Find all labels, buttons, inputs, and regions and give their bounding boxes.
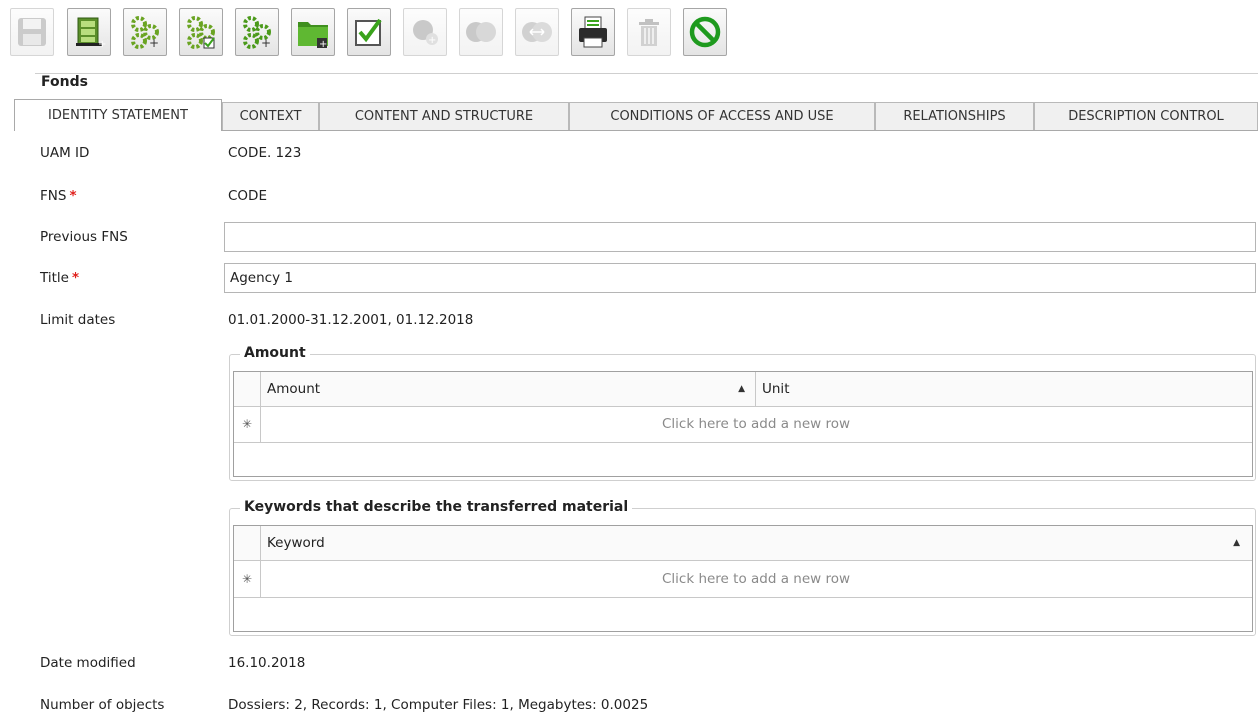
limit-dates-value: 01.01.2000-31.12.2001, 01.12.2018 [228,312,474,328]
svg-text:+: + [428,35,436,46]
sort-ascending-icon: ▲ [1233,538,1240,548]
uam-id-label: UAM ID [40,145,90,161]
filing-cabinet-add-icon: + [76,17,106,50]
svg-text:+: + [261,36,271,50]
tab-content-and-structure[interactable]: CONTENT AND STRUCTURE [319,102,569,130]
number-of-objects-label: Number of objects [40,697,165,713]
fonds-group-border [35,73,1258,74]
gears-add-icon: + [131,16,159,50]
keywords-grid-header: Keyword ▲ [234,526,1252,561]
checkbox-button[interactable] [347,8,391,56]
printer-icon [579,16,607,48]
uam-id-value: CODE. 123 [228,145,302,161]
circle-add-icon: + [413,20,438,46]
svg-text:+: + [98,39,106,50]
link-button[interactable] [515,8,559,56]
floppy-disk-icon [18,18,46,46]
keywords-group-title: Keywords that describe the transferred m… [240,499,633,515]
gears-check-icon [187,16,215,49]
keyword-column-header[interactable]: Keyword ▲ [261,526,1252,560]
amount-group-title: Amount [240,345,310,361]
title-label-text: Title [40,270,69,286]
sort-ascending-icon: ▲ [738,384,745,394]
new-row-icon: ✳ [234,560,261,597]
limit-dates-label: Limit dates [40,312,116,328]
save-button[interactable] [10,8,54,56]
tab-conditions-of-access-and-use[interactable]: CONDITIONS OF ACCESS AND USE [569,102,875,130]
circle-add-button[interactable]: + [403,8,447,56]
folder-add-button[interactable]: + [291,8,335,56]
add-new-row-prompt[interactable]: Click here to add a new row [260,560,1252,597]
check-box-icon [355,18,382,46]
amount-grid: Amount ▲ Unit ✳ Click here to add a new … [233,371,1253,477]
fns-label-text: FNS [40,188,67,204]
merge-button[interactable] [459,8,503,56]
previous-fns-input[interactable] [224,222,1256,252]
new-row-icon: ✳ [234,406,261,442]
tab-context[interactable]: CONTEXT [222,102,319,130]
print-button[interactable] [571,8,615,56]
tab-relationships[interactable]: RELATIONSHIPS [875,102,1034,130]
cancel-button[interactable] [683,8,727,56]
date-modified-label: Date modified [40,655,136,671]
gears-add-green-button[interactable]: + [235,8,279,56]
amount-grid-header: Amount ▲ Unit [234,372,1252,407]
required-marker: * [69,188,77,204]
keywords-new-row[interactable]: ✳ Click here to add a new row [234,560,1252,598]
fonds-group-title: Fonds [41,74,92,90]
amount-new-row[interactable]: ✳ Click here to add a new row [234,406,1252,443]
svg-text:+: + [149,36,159,50]
add-new-row-prompt[interactable]: Click here to add a new row [260,406,1252,442]
row-indicator-header [234,372,261,406]
merge-circles-icon [466,22,496,42]
date-modified-value: 16.10.2018 [228,655,306,671]
previous-fns-label: Previous FNS [40,229,128,245]
tab-identity-statement[interactable]: IDENTITY STATEMENT [14,99,222,131]
green-folder-add-icon: + [298,22,328,50]
keywords-grid: Keyword ▲ ✳ Click here to add a new row [233,525,1253,632]
gears-add-green-icon: + [243,16,271,50]
link-arrows-icon [522,22,552,42]
title-label: Title * [40,270,79,286]
row-indicator-header [234,526,261,560]
required-marker: * [71,270,79,286]
no-entry-icon [689,16,721,48]
amount-column-header[interactable]: Amount ▲ [261,372,756,406]
cabinet-add-button[interactable]: + [67,8,111,56]
fns-value: CODE [228,188,267,204]
number-of-objects-value: Dossiers: 2, Records: 1, Computer Files:… [228,697,649,713]
gears-add-button[interactable]: + [123,8,167,56]
delete-button[interactable] [627,8,671,56]
svg-text:+: + [319,39,327,50]
amount-column-label: Amount [267,381,321,397]
gears-check-button[interactable] [179,8,223,56]
tab-description-control[interactable]: DESCRIPTION CONTROL [1034,102,1258,130]
trash-can-icon [639,19,659,46]
unit-column-header[interactable]: Unit [756,372,1252,406]
fns-label: FNS * [40,188,77,204]
keyword-column-label: Keyword [267,535,325,551]
title-input[interactable]: Agency 1 [224,263,1256,293]
